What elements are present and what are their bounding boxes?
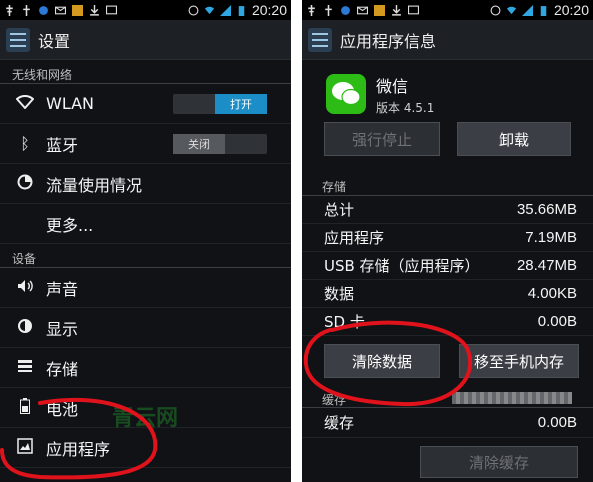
storage-row-usb: USB 存储（应用程序） 28.47MB bbox=[302, 252, 593, 280]
storage-icon bbox=[14, 358, 36, 377]
alarm-icon bbox=[188, 5, 199, 15]
app-version: 版本 4.5.1 bbox=[376, 100, 435, 115]
cache-value: 0.00B bbox=[537, 414, 577, 431]
settings-screen: 20:20 设置 无线和网络 WLAN 打开 ᛒ 蓝牙 关闭 流量使用情况 更多… bbox=[0, 0, 291, 482]
storage-row-label: SD 卡 bbox=[324, 313, 365, 331]
apps-icon bbox=[14, 437, 36, 458]
storage-row-data: 数据 4.00KB bbox=[302, 280, 593, 308]
settings-item-sound[interactable]: 声音 bbox=[0, 268, 291, 308]
move-to-phone-button[interactable]: 移至手机内存 bbox=[459, 344, 579, 378]
mail-icon bbox=[357, 6, 368, 14]
wifi-icon bbox=[506, 6, 517, 14]
storage-row-label: 应用程序 bbox=[324, 229, 385, 247]
storage-row-label: 数据 bbox=[324, 285, 355, 303]
download-icon bbox=[90, 4, 99, 16]
usb-icon bbox=[325, 4, 332, 16]
message-icon bbox=[408, 5, 419, 14]
cache-row: 缓存 0.00B bbox=[302, 408, 593, 438]
clear-cache-button[interactable]: 清除缓存 bbox=[420, 446, 578, 478]
storage-row-value: 7.19MB bbox=[525, 229, 577, 246]
signal-icon bbox=[219, 4, 231, 16]
settings-item-wlan[interactable]: WLAN 打开 bbox=[0, 84, 291, 124]
clear-data-button[interactable]: 清除数据 bbox=[324, 344, 440, 378]
force-stop-button[interactable]: 强行停止 bbox=[324, 122, 440, 156]
notification-icon bbox=[341, 5, 350, 15]
section-header-device: 设备 bbox=[0, 244, 291, 268]
status-time: 20:20 bbox=[251, 2, 287, 18]
settings-icon[interactable] bbox=[308, 27, 332, 52]
storage-row-app: 应用程序 7.19MB bbox=[302, 224, 593, 252]
app-info-screen: 20:20 应用程序信息 微信 版本 4.5.1 强行停止 卸载 存储 总计 3… bbox=[302, 0, 593, 482]
bluetooth-label: 蓝牙 bbox=[46, 135, 79, 155]
status-bar: 20:20 bbox=[302, 0, 593, 20]
alarm-icon bbox=[490, 5, 501, 15]
data-usage-label: 流量使用情况 bbox=[46, 175, 143, 195]
section-header-wireless: 无线和网络 bbox=[0, 60, 291, 84]
download-icon bbox=[392, 4, 401, 16]
section-header-cache: 缓存 bbox=[302, 388, 593, 408]
usb-icon bbox=[308, 4, 315, 16]
storage-row-value: 35.66MB bbox=[516, 201, 577, 218]
settings-icon[interactable] bbox=[6, 27, 30, 52]
title-bar: 设置 bbox=[0, 20, 291, 60]
usb-icon bbox=[6, 4, 13, 16]
battery-icon bbox=[238, 5, 245, 16]
notification-icon bbox=[39, 5, 48, 15]
app-name: 微信 bbox=[376, 76, 409, 96]
display-label: 显示 bbox=[46, 319, 79, 339]
watermark: 青云网 bbox=[112, 406, 179, 431]
bluetooth-icon: ᛒ bbox=[20, 134, 30, 153]
usb-icon bbox=[23, 4, 30, 16]
speaker-icon bbox=[14, 278, 36, 297]
storage-row-value: 28.47MB bbox=[516, 257, 577, 274]
storage-row-value: 0.00B bbox=[537, 313, 577, 330]
settings-item-display[interactable]: 显示 bbox=[0, 308, 291, 348]
wlan-toggle[interactable]: 打开 bbox=[173, 93, 267, 114]
settings-item-storage[interactable]: 存储 bbox=[0, 348, 291, 388]
data-usage-icon bbox=[14, 174, 36, 194]
bluetooth-toggle[interactable]: 关闭 bbox=[173, 133, 267, 154]
apps-label: 应用程序 bbox=[46, 439, 111, 459]
more-label: 更多... bbox=[46, 215, 94, 235]
storage-row-label: 总计 bbox=[324, 201, 355, 219]
status-bar: 20:20 bbox=[0, 0, 291, 20]
app-notification-icon bbox=[374, 4, 385, 16]
mail-icon bbox=[55, 6, 66, 14]
battery-icon bbox=[540, 5, 547, 16]
bluetooth-toggle-state: 关闭 bbox=[173, 133, 225, 154]
storage-row-sd: SD 卡 0.00B bbox=[302, 308, 593, 336]
storage-row-total: 总计 35.66MB bbox=[302, 196, 593, 224]
battery-icon bbox=[14, 397, 36, 418]
storage-label: 存储 bbox=[46, 359, 79, 379]
storage-list: 总计 35.66MB 应用程序 7.19MB USB 存储（应用程序） 28.4… bbox=[302, 196, 593, 336]
storage-row-label: USB 存储（应用程序） bbox=[324, 257, 480, 275]
section-header-storage: 存储 bbox=[302, 172, 593, 196]
settings-item-data-usage[interactable]: 流量使用情况 bbox=[0, 164, 291, 204]
wlan-label: WLAN bbox=[46, 94, 95, 113]
app-notification-icon bbox=[72, 4, 83, 16]
sound-label: 声音 bbox=[46, 279, 79, 299]
title-bar: 应用程序信息 bbox=[302, 20, 593, 60]
uninstall-button[interactable]: 卸载 bbox=[457, 122, 571, 156]
brightness-icon bbox=[14, 318, 36, 338]
app-header: 微信 版本 4.5.1 bbox=[302, 60, 593, 118]
message-icon bbox=[106, 5, 117, 14]
cache-label: 缓存 bbox=[324, 414, 355, 432]
wlan-toggle-state: 打开 bbox=[215, 93, 267, 114]
settings-item-bluetooth[interactable]: ᛒ 蓝牙 关闭 bbox=[0, 124, 291, 164]
settings-item-apps[interactable]: 应用程序 bbox=[0, 428, 291, 468]
status-time: 20:20 bbox=[553, 2, 589, 18]
wifi-icon bbox=[204, 6, 215, 14]
storage-row-value: 4.00KB bbox=[527, 285, 577, 302]
signal-icon bbox=[521, 4, 533, 16]
wifi-icon bbox=[14, 94, 36, 113]
settings-item-more[interactable]: 更多... bbox=[0, 204, 291, 244]
page-title: 应用程序信息 bbox=[340, 31, 437, 51]
page-title: 设置 bbox=[38, 31, 71, 51]
wechat-logo-icon bbox=[326, 74, 366, 114]
